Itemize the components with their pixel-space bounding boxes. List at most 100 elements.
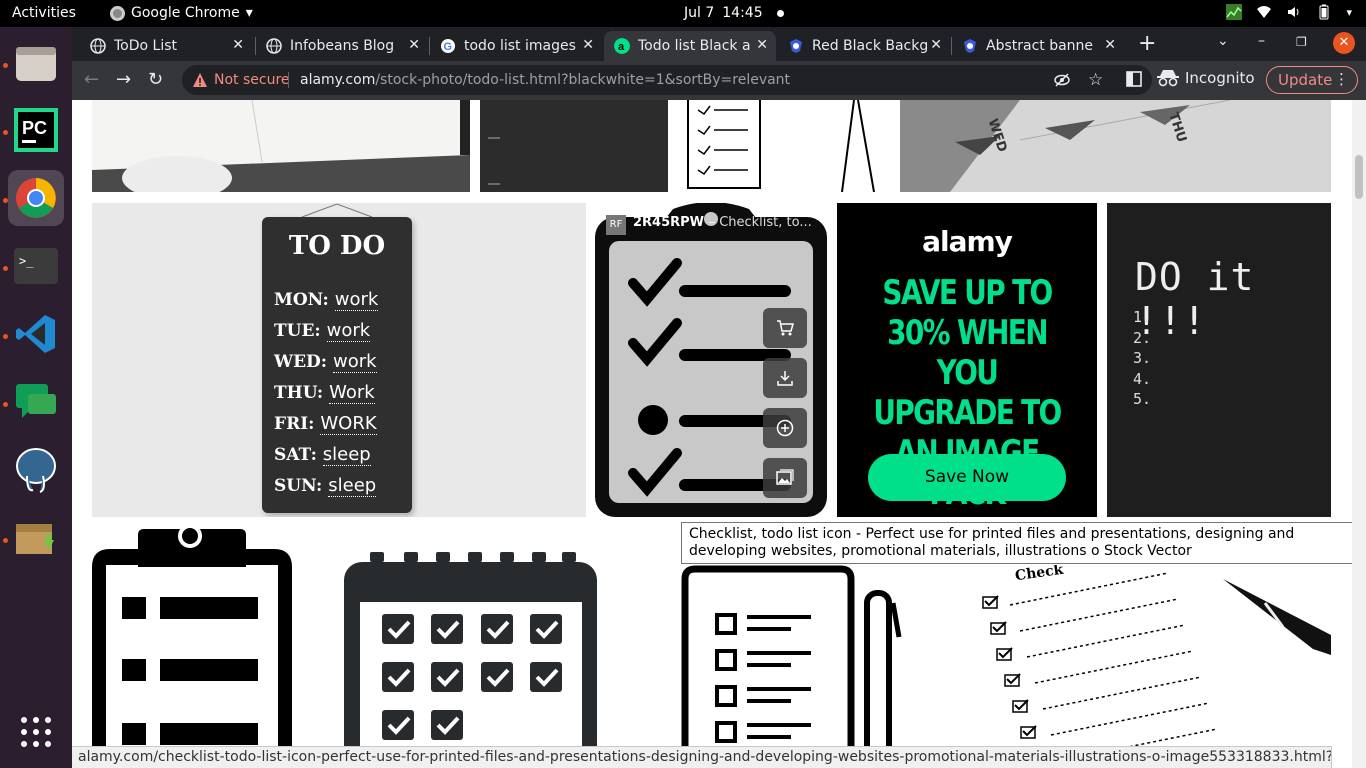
dock-chat[interactable] [8, 374, 64, 430]
add-circle-icon [776, 419, 794, 437]
third-party-cookies-blocked-icon[interactable] [1054, 72, 1070, 88]
tab-todo-list-images[interactable]: G todo list images ✕ [430, 31, 602, 61]
todo-row: SAT: sleep [274, 444, 371, 466]
tab-search-icon[interactable]: ⌄ [1217, 33, 1229, 49]
image-tooltip: Checklist, todo list icon - Perfect use … [681, 522, 1365, 564]
promo-banner: alamy SAVE UP TO 30% WHEN YOU UPGRADE TO… [837, 203, 1097, 517]
update-label: Update [1278, 71, 1333, 89]
todo-row: FRI: WORK [274, 413, 377, 435]
minimize-button[interactable]: – [1258, 33, 1265, 49]
checklist-with-pen-image [982, 572, 1331, 765]
chalk-heading: DO it !!! [1135, 255, 1255, 343]
close-tab-icon[interactable]: ✕ [582, 37, 594, 53]
tab-title: Infobeans Blog [290, 38, 395, 54]
scrollbar-thumb[interactable] [1355, 155, 1363, 199]
add-to-cart-button[interactable] [763, 308, 807, 348]
close-tab-icon[interactable]: ✕ [1104, 37, 1116, 53]
image-tile-do-it[interactable]: DO it !!! 1. 2. 3. 4. 5. [1107, 203, 1331, 517]
close-tab-icon[interactable]: ✕ [930, 37, 942, 53]
dock-archive-manager[interactable] [8, 510, 64, 566]
close-tab-icon[interactable]: ✕ [232, 37, 244, 53]
warning-icon [193, 73, 207, 87]
chalkboard-photo-image [480, 100, 668, 192]
link-status-bar: alamy.com/checklist-todo-list-icon-perfe… [72, 746, 1332, 768]
reload-button[interactable]: ↻ [148, 69, 163, 90]
tab-abstract-banner[interactable]: Abstract banne ✕ [952, 31, 1124, 61]
tab-red-black-background[interactable]: Red Black Backg ✕ [778, 31, 950, 61]
svg-text:a: a [618, 41, 625, 53]
files-icon [16, 47, 56, 81]
close-tab-icon[interactable]: ✕ [408, 37, 420, 53]
page-scrollbar[interactable] [1352, 100, 1366, 768]
new-tab-button[interactable]: + [1138, 31, 1156, 56]
tab-strip: ToDo List ✕ Infobeans Blog ✕ G todo list… [72, 27, 1366, 61]
clock[interactable]: Jul 7 14:45 [684, 5, 784, 21]
app-menu[interactable]: Google Chrome ▾ [110, 5, 253, 21]
calendar-photo-image [900, 100, 1331, 192]
dock-chrome[interactable] [8, 170, 64, 226]
activities-button[interactable]: Activities [12, 5, 76, 21]
clock-date: Jul 7 [684, 5, 715, 21]
wifi-icon [1257, 6, 1272, 18]
close-window-button[interactable]: ✕ [1333, 32, 1355, 54]
image-tile-calendar[interactable]: WED THU [900, 100, 1331, 192]
show-applications-button[interactable] [8, 704, 64, 760]
royalty-free-badge: RF [606, 215, 626, 235]
dock-vscode[interactable] [8, 306, 64, 362]
forward-button[interactable]: → [116, 69, 131, 90]
image-tile-clipboard-icon[interactable] [92, 527, 292, 768]
todo-heading: TO DO [288, 231, 386, 261]
image-tile-outline-clipboard[interactable] [681, 565, 903, 768]
system-tray[interactable]: ▾ [1226, 4, 1352, 20]
dock-terminal[interactable]: >_ [8, 238, 64, 294]
update-button[interactable]: Update ⋮ [1266, 66, 1358, 94]
todo-row: TUE: work [274, 320, 371, 342]
dock-pycharm[interactable]: PC [8, 102, 64, 158]
todo-row: MON: work [274, 289, 379, 311]
download-comp-button[interactable] [763, 358, 807, 398]
power-menu-icon: ▾ [1346, 5, 1352, 19]
system-top-bar: Activities Google Chrome ▾ Jul 7 14:45 ▾ [0, 0, 1366, 27]
clipboard-list-icon-image [92, 527, 292, 768]
add-to-lightbox-button[interactable] [763, 408, 807, 448]
back-button[interactable]: ← [84, 69, 99, 90]
not-secure-label[interactable]: Not secure [214, 72, 290, 88]
find-similar-button[interactable] [763, 458, 807, 498]
bookmark-star-icon[interactable]: ☆ [1088, 70, 1103, 90]
todo-row: SUN: sleep [274, 475, 377, 497]
image-tile-calendar-icon[interactable] [344, 552, 597, 768]
chevron-down-icon: ▾ [245, 5, 253, 21]
image-tile-notebook[interactable] [92, 100, 470, 192]
tab-title: Red Black Backg [812, 38, 929, 54]
incognito-indicator[interactable]: Incognito [1157, 69, 1255, 87]
address-bar[interactable]: Not secure alamy.com/stock-photo/todo-li… [182, 65, 1152, 95]
image-tile-chalkboard[interactable] [480, 100, 668, 192]
system-monitor-icon [1226, 4, 1243, 20]
vscode-icon [16, 315, 55, 353]
more-menu-icon[interactable]: ⋮ [1334, 70, 1349, 88]
grid-icon [21, 717, 51, 747]
side-panel-icon[interactable] [1126, 71, 1142, 87]
svg-text:>_: >_ [19, 254, 34, 268]
save-now-button[interactable]: Save Now [868, 454, 1066, 501]
chalk-numbered-list: 1. 2. 3. 4. 5. [1133, 308, 1152, 408]
image-tile-checklist-pen[interactable]: Check [965, 565, 1331, 768]
dock-files[interactable] [8, 35, 64, 91]
terminal-icon: >_ [14, 248, 58, 284]
tab-title: ToDo List [114, 38, 178, 54]
image-tile-todo-board[interactable]: TO DO MON: work TUE: work WED: work THU:… [92, 203, 586, 517]
maximize-button[interactable]: ❐ [1296, 35, 1307, 49]
dock-postgresql[interactable] [8, 442, 64, 498]
image-tile-sketch-list[interactable] [668, 100, 900, 192]
tab-todo-list[interactable]: ToDo List ✕ [80, 31, 252, 61]
image-tile-checklist-clipboard[interactable]: RF 2R45RPW – Checklist, to... [593, 202, 830, 517]
alamy-icon: a [614, 38, 630, 54]
notebook-photo-image [92, 100, 470, 192]
close-tab-icon[interactable]: ✕ [756, 37, 768, 53]
todo-row: WED: work [274, 351, 377, 373]
dock: PC >_ [0, 27, 72, 768]
chrome-icon [110, 5, 125, 21]
tab-todo-list-black[interactable]: a Todo list Black a ✕ [604, 31, 776, 61]
todo-board: TO DO MON: work TUE: work WED: work THU:… [262, 217, 412, 513]
tab-infobeans-blog[interactable]: Infobeans Blog ✕ [256, 31, 428, 61]
